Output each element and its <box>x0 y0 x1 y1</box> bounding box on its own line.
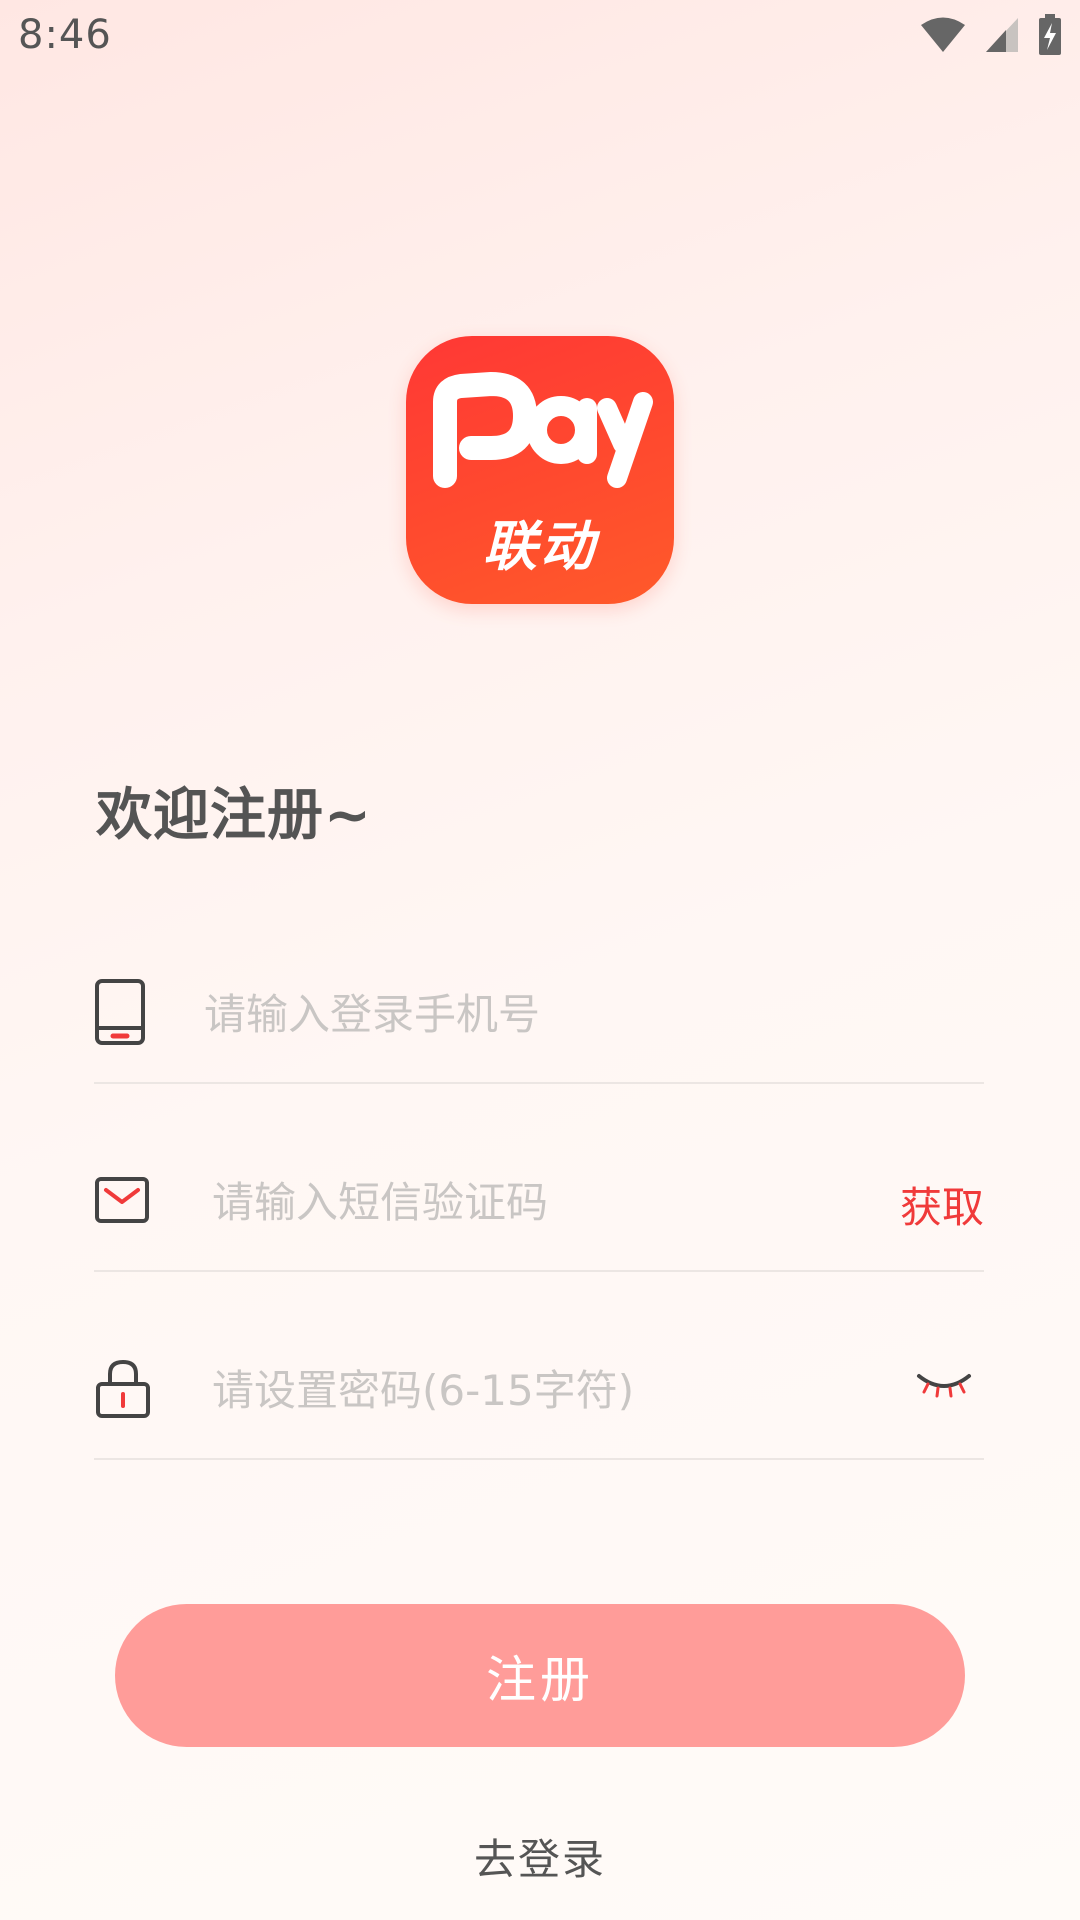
register-button[interactable]: 注册 <box>115 1604 965 1747</box>
password-field-row <box>94 1340 984 1460</box>
go-login-link[interactable]: 去登录 <box>0 1826 1080 1887</box>
status-bar: 8:46 <box>0 0 1080 74</box>
wifi-icon <box>921 17 965 52</box>
phone-input[interactable] <box>204 984 804 1044</box>
status-icons <box>920 14 1062 56</box>
message-icon <box>95 1177 149 1223</box>
register-button-label: 注册 <box>486 1650 594 1709</box>
cellular-signal-icon <box>986 18 1018 52</box>
lock-icon <box>96 1359 150 1418</box>
pay-wordmark <box>433 372 653 488</box>
phone-field-row <box>94 964 984 1084</box>
app-logo: 联动 <box>406 336 674 604</box>
get-code-button[interactable]: 获取 <box>900 1174 984 1235</box>
sms-code-input[interactable] <box>212 1172 812 1232</box>
eye-closed-icon[interactable] <box>916 1368 972 1400</box>
sms-code-field-row: 获取 <box>94 1152 984 1272</box>
phone-icon <box>95 979 145 1045</box>
password-input[interactable] <box>212 1360 812 1420</box>
status-time: 8:46 <box>18 12 112 58</box>
battery-charging-icon <box>1039 14 1061 55</box>
brand-name: 联动 <box>483 515 597 578</box>
page-title: 欢迎注册~ <box>96 783 372 848</box>
